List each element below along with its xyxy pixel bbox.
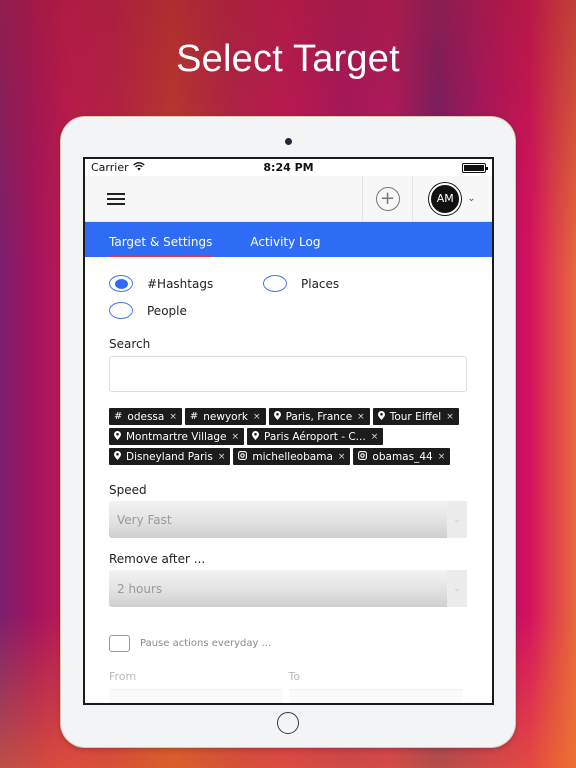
target-chip: Montmartre Village × [109, 428, 245, 445]
remove-chip-icon[interactable]: × [169, 412, 177, 422]
target-chip: obamas_44 × [353, 448, 451, 465]
chevron-down-icon: ⌄ [447, 570, 467, 607]
remove-chip-icon[interactable]: × [253, 412, 261, 422]
search-label: Search [109, 337, 151, 351]
remove-chip-icon[interactable]: × [371, 432, 379, 442]
remove-after-select[interactable]: 2 hours ⌄ [109, 570, 467, 607]
from-label: From [109, 670, 137, 683]
chip-label: Montmartre Village [126, 430, 227, 443]
tab-bar: Target & Settings Activity Log [85, 222, 492, 257]
target-chip: Paris, France × [268, 408, 370, 425]
radio-label: People [147, 303, 187, 318]
radio-label: #Hashtags [147, 276, 214, 291]
remove-chip-icon[interactable]: × [218, 452, 226, 462]
chip-label: newyork [203, 410, 249, 423]
chip-label: odessa [127, 410, 165, 423]
from-select[interactable] [109, 689, 283, 703]
chevron-down-icon: ⌄ [467, 193, 476, 204]
home-button[interactable] [277, 712, 299, 734]
plus-circle-icon: + [375, 186, 400, 211]
radio-unselected-icon [109, 302, 133, 319]
chevron-down-icon: ⌄ [447, 501, 467, 538]
location-pin-icon [114, 450, 121, 463]
speed-select[interactable]: Very Fast ⌄ [109, 501, 467, 538]
chip-label: Disneyland Paris [126, 450, 213, 463]
pause-checkbox[interactable] [109, 635, 130, 652]
to-label: To [288, 670, 301, 683]
radio-people[interactable]: People [109, 302, 263, 319]
instagram-icon [358, 450, 368, 463]
remove-chip-icon[interactable]: × [357, 412, 365, 422]
ipad-frame: Carrier 8:24 PM + AM ⌄ Target & Settings [61, 117, 515, 747]
chip-label: michelleobama [252, 450, 333, 463]
to-select[interactable] [288, 689, 463, 703]
radio-label: Places [301, 276, 340, 291]
hashtag-icon: # [189, 411, 199, 422]
target-chip: Paris Aéroport - C... × [247, 428, 384, 445]
radio-places[interactable]: Places [263, 275, 417, 292]
target-chip: Disneyland Paris × [109, 448, 231, 465]
chip-label: Paris Aéroport - C... [264, 430, 366, 443]
radio-hashtags[interactable]: #Hashtags [109, 275, 263, 292]
add-target-button[interactable]: + [362, 175, 412, 222]
speed-value: Very Fast [117, 512, 172, 527]
location-pin-icon [114, 430, 121, 443]
pause-label: Pause actions everyday ... [140, 638, 272, 649]
remove-chip-icon[interactable]: × [446, 412, 454, 422]
app-header: + AM ⌄ [85, 175, 492, 222]
selected-targets: # odessa × # newyork × Paris, France × T… [109, 408, 471, 465]
avatar: AM [429, 182, 462, 215]
remove-after-label: Remove after ... [109, 552, 206, 566]
remove-chip-icon[interactable]: × [232, 432, 240, 442]
instagram-icon [238, 450, 248, 463]
camera-dot [285, 138, 292, 145]
speed-label: Speed [109, 483, 147, 497]
target-chip: # odessa × [109, 408, 182, 425]
location-pin-icon [252, 430, 260, 443]
status-bar: Carrier 8:24 PM [85, 159, 492, 176]
wifi-icon [132, 161, 145, 174]
chip-label: Tour Eiffel [389, 410, 442, 423]
chip-label: obamas_44 [372, 450, 433, 463]
location-pin-icon [273, 410, 281, 423]
radio-unselected-icon [263, 275, 287, 292]
remove-chip-icon[interactable]: × [338, 452, 346, 462]
tab-target-settings[interactable]: Target & Settings [109, 235, 213, 257]
carrier-label: Carrier [91, 161, 129, 174]
headline: Select Target [176, 38, 400, 80]
hamburger-menu-icon[interactable] [107, 192, 125, 205]
search-input[interactable] [109, 356, 467, 392]
target-chip: michelleobama × [233, 448, 351, 465]
profile-menu-button[interactable]: AM ⌄ [412, 175, 492, 222]
battery-icon [462, 162, 488, 173]
target-chip: # newyork × [184, 408, 266, 425]
status-time: 8:24 PM [263, 161, 314, 174]
app-screen: Carrier 8:24 PM + AM ⌄ Target & Settings [83, 157, 494, 705]
chip-label: Paris, France [285, 410, 353, 423]
target-chip: Tour Eiffel × [372, 408, 459, 425]
remove-after-value: 2 hours [117, 581, 163, 596]
radio-selected-icon [109, 275, 133, 292]
tab-activity-log[interactable]: Activity Log [250, 235, 320, 257]
location-pin-icon [377, 410, 385, 423]
settings-form: #Hashtags Places People Search # odessa … [85, 275, 492, 703]
hashtag-icon: # [114, 411, 123, 422]
remove-chip-icon[interactable]: × [438, 452, 446, 462]
